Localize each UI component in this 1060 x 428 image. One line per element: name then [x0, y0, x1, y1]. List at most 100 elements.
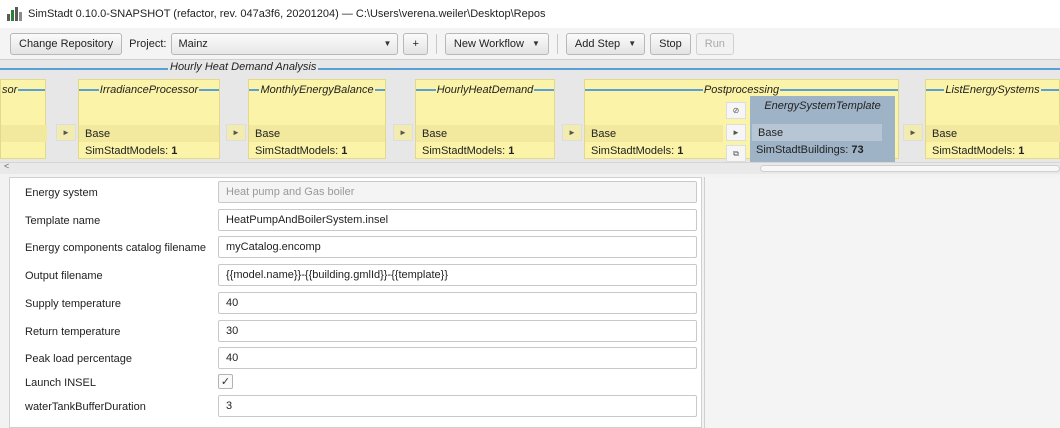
- title-line: [199, 89, 219, 91]
- step-count: SimStadtModels: 1: [932, 145, 1024, 157]
- toolbar-separator: [435, 33, 437, 54]
- workflow-step-monthly-energy-balance[interactable]: MonthlyEnergyBalance Base SimStadtModels…: [248, 79, 386, 159]
- arrow-right-icon[interactable]: ►: [562, 124, 582, 141]
- step-title: ListEnergySystems: [926, 84, 1059, 96]
- output-filename-label: Output filename: [25, 270, 103, 282]
- chevron-down-icon: ▼: [628, 39, 637, 48]
- workflow-group-line: [0, 68, 1060, 70]
- step-base-label: Base: [926, 125, 1060, 142]
- step-base-label: Base: [416, 125, 554, 142]
- title-bar: SimStadt 0.10.0-SNAPSHOT (refactor, rev.…: [0, 0, 1060, 28]
- stop-button[interactable]: Stop: [650, 32, 691, 55]
- title-line: [780, 89, 898, 91]
- project-select[interactable]: Mainz ▼: [171, 32, 399, 55]
- energy-system-template-title[interactable]: EnergySystemTemplate: [750, 96, 895, 116]
- step-title: IrradianceProcessor: [79, 84, 219, 96]
- template-name-label: Template name: [25, 215, 101, 227]
- arrow-right-icon[interactable]: ►: [226, 124, 246, 141]
- output-filename-field[interactable]: {{model.name}}-{{building.gmlId}}-{{temp…: [218, 264, 697, 286]
- workflow-group-title: Hourly Heat Demand Analysis: [168, 61, 319, 73]
- step-count: SimStadtModels: 1: [255, 145, 347, 157]
- right-pane: [704, 177, 1060, 428]
- postprocessing-title: Postprocessing: [703, 84, 780, 96]
- catalog-filename-field[interactable]: myCatalog.encomp: [218, 236, 697, 258]
- water-tank-buffer-duration-label: waterTankBufferDuration: [25, 401, 146, 413]
- template-name-field[interactable]: HeatPumpAndBoilerSystem.insel: [218, 209, 697, 231]
- peak-load-percentage-field[interactable]: 40: [218, 347, 697, 369]
- step-count-label: SimStadtModels:: [932, 145, 1016, 157]
- step-count-label: SimStadtModels:: [85, 145, 169, 157]
- launch-insel-label: Launch INSEL: [25, 377, 96, 389]
- step-count-value: 1: [341, 145, 348, 157]
- add-step-label: Add Step: [574, 37, 621, 50]
- scroll-left-icon[interactable]: <: [4, 161, 9, 171]
- step-title-text: HourlyHeatDemand: [436, 84, 534, 96]
- step-base-row: [1, 125, 47, 142]
- workflow-step-list-energy-systems[interactable]: ListEnergySystems Base SimStadtModels: 1: [925, 79, 1060, 159]
- step-base-label: Base: [79, 125, 219, 142]
- step-count-value: 1: [171, 145, 178, 157]
- step-count-value: 1: [1018, 145, 1025, 157]
- copy-icon[interactable]: ⧉: [726, 145, 746, 162]
- step-title-text: sor: [2, 84, 18, 96]
- title-line: [926, 89, 945, 91]
- step-title: HourlyHeatDemand: [416, 84, 555, 96]
- title-line: [18, 89, 45, 91]
- title-line: [416, 89, 436, 91]
- arrow-right-icon[interactable]: ►: [393, 124, 413, 141]
- chevron-down-icon: ▼: [383, 39, 392, 48]
- step-title-text: ListEnergySystems: [945, 84, 1040, 96]
- step-title-text: IrradianceProcessor: [99, 84, 199, 96]
- catalog-filename-label: Energy components catalog filename: [25, 242, 206, 254]
- step-base-label: Base: [249, 125, 385, 142]
- step-count: SimStadtModels: 1: [591, 145, 683, 157]
- change-repository-button[interactable]: Change Repository: [10, 32, 123, 55]
- energy-system-label: Energy system: [25, 187, 98, 199]
- step-count: SimStadtModels: 1: [85, 145, 177, 157]
- arrow-right-icon[interactable]: ►: [903, 124, 923, 141]
- step-title: sor: [1, 84, 45, 96]
- peak-load-percentage-label: Peak load percentage: [25, 353, 133, 365]
- step-count-label: SimStadtModels:: [422, 145, 506, 157]
- workflow-step-partial[interactable]: sor: [0, 79, 47, 159]
- return-temperature-field[interactable]: 30: [218, 320, 697, 342]
- scrollbar-thumb[interactable]: [760, 165, 1060, 172]
- arrow-right-icon[interactable]: ►: [56, 124, 76, 141]
- run-button[interactable]: Run: [695, 32, 734, 55]
- step-title: Postprocessing: [585, 84, 898, 96]
- step-count: SimStadtBuildings: 73: [756, 144, 864, 156]
- step-count-label: SimStadtBuildings:: [756, 144, 849, 156]
- project-label: Project:: [129, 37, 167, 50]
- disable-step-icon[interactable]: ⊘: [726, 102, 746, 119]
- title-line: [1040, 89, 1059, 91]
- supply-temperature-label: Supply temperature: [25, 298, 121, 310]
- step-base-label: Base: [585, 125, 723, 142]
- energy-system-field[interactable]: Heat pump and Gas boiler: [218, 181, 697, 203]
- step-count-label: SimStadtModels:: [255, 145, 339, 157]
- workflow-panel: Hourly Heat Demand Analysis sor ► Irradi…: [0, 59, 1060, 174]
- workflow-step-hourly-heat-demand[interactable]: HourlyHeatDemand Base SimStadtModels: 1: [415, 79, 555, 159]
- add-project-button[interactable]: +: [403, 32, 428, 55]
- water-tank-buffer-duration-field[interactable]: 3: [218, 395, 697, 417]
- step-count-value: 1: [677, 145, 684, 157]
- toolbar-separator: [556, 33, 558, 54]
- arrow-right-icon[interactable]: ►: [726, 124, 746, 141]
- chevron-down-icon: ▼: [532, 39, 540, 48]
- title-line: [79, 89, 99, 91]
- workflow-step-irradiance-processor[interactable]: IrradianceProcessor Base SimStadtModels:…: [78, 79, 220, 159]
- step-base-label: Base: [752, 124, 882, 141]
- new-workflow-label: New Workflow: [453, 37, 524, 50]
- title-line: [534, 89, 555, 91]
- supply-temperature-field[interactable]: 40: [218, 292, 697, 314]
- return-temperature-label: Return temperature: [25, 326, 121, 338]
- title-line: [585, 89, 703, 91]
- step-title: MonthlyEnergyBalance: [249, 84, 385, 96]
- step-count-label: SimStadtModels:: [591, 145, 675, 157]
- step-properties-panel: Energy system Heat pump and Gas boiler T…: [9, 177, 702, 428]
- project-select-value: Mainz: [178, 37, 208, 50]
- window-title: SimStadt 0.10.0-SNAPSHOT (refactor, rev.…: [28, 8, 546, 20]
- new-workflow-button[interactable]: New Workflow ▼: [444, 32, 549, 55]
- add-step-button[interactable]: Add Step ▼: [565, 32, 646, 55]
- launch-insel-checkbox[interactable]: ✓: [218, 374, 233, 389]
- step-title-text: MonthlyEnergyBalance: [260, 84, 374, 96]
